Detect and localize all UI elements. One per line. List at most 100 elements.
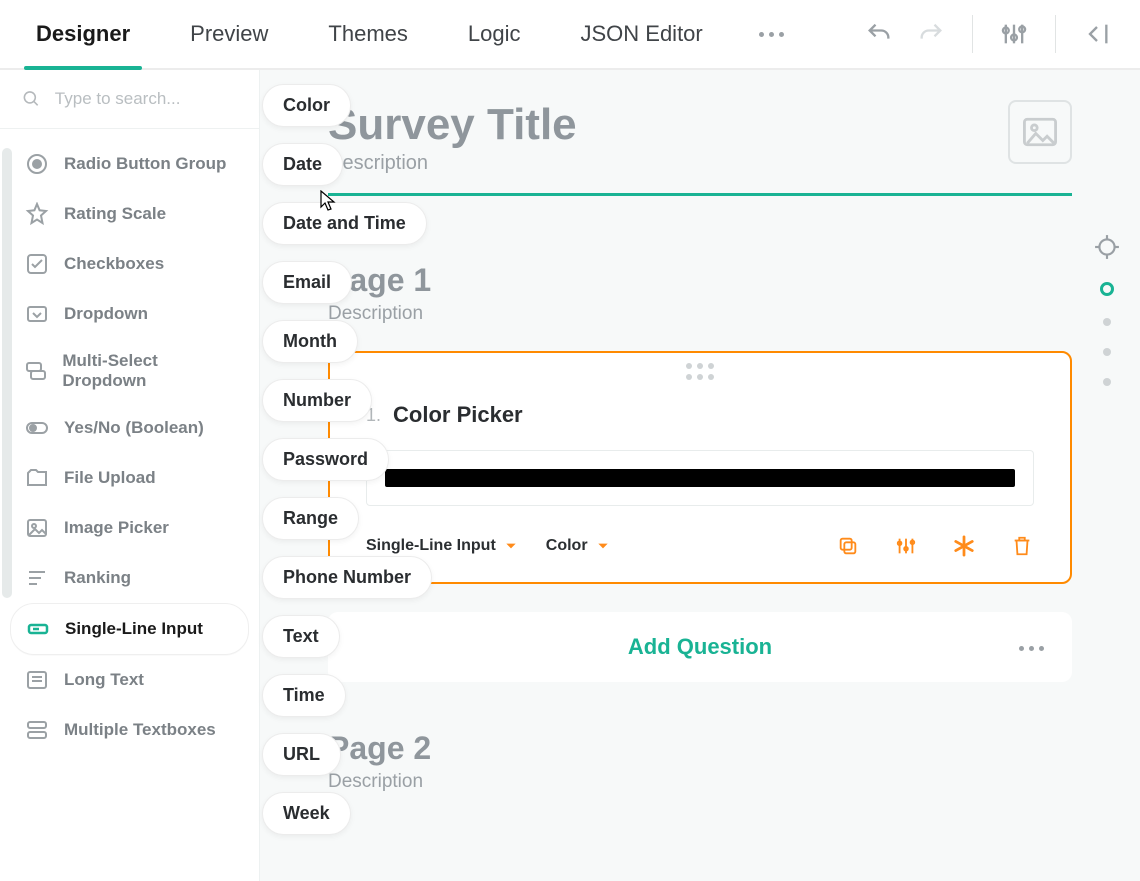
toolbox-item-file[interactable]: File Upload <box>10 453 249 503</box>
toolbox-item-dropdown[interactable]: Dropdown <box>10 289 249 339</box>
toolbox-item-text[interactable]: Single-Line Input <box>10 603 249 655</box>
delete-button[interactable] <box>1010 534 1034 558</box>
toolbox-list: Radio Button Group Rating Scale Checkboxes… <box>0 129 259 881</box>
toolbox-item-rating[interactable]: Rating Scale <box>10 189 249 239</box>
page-title[interactable]: Page 1 <box>328 262 1072 299</box>
toolbox-item-label: Dropdown <box>64 304 148 324</box>
page-description[interactable]: Description <box>328 303 1072 325</box>
file-icon <box>24 465 50 491</box>
toolbox-item-multiselect[interactable]: Multi-Select Dropdown <box>10 339 249 403</box>
settings-button[interactable] <box>894 534 918 558</box>
add-question-more[interactable] <box>1019 638 1044 656</box>
add-question-button[interactable]: Add Question <box>328 612 1072 682</box>
question-footer: Single-Line Input Color <box>330 514 1070 582</box>
survey-title[interactable]: Survey Title <box>328 100 1072 150</box>
page-title[interactable]: Page 2 <box>328 730 1072 767</box>
undo-icon <box>865 20 893 48</box>
redo-icon <box>917 20 945 48</box>
input-type-option[interactable]: Color <box>262 84 351 127</box>
input-type-option[interactable]: Week <box>262 792 351 835</box>
collapse-icon <box>1083 20 1111 48</box>
input-type-option[interactable]: URL <box>262 733 341 776</box>
tabs: Designer Preview Themes Logic JSON Edito… <box>0 0 787 68</box>
tab-designer[interactable]: Designer <box>30 0 136 68</box>
toolbox-item-label: Long Text <box>64 670 144 690</box>
survey-header[interactable]: Survey Title Description <box>328 100 1072 196</box>
toolbox-item-multitext[interactable]: Multiple Textboxes <box>10 705 249 755</box>
color-input[interactable] <box>366 450 1034 506</box>
nav-dot[interactable] <box>1103 318 1111 326</box>
image-icon <box>24 515 50 541</box>
input-type-option[interactable]: Number <box>262 379 372 422</box>
tab-label: Designer <box>36 21 130 47</box>
redo-button[interactable] <box>910 13 952 55</box>
tab-json[interactable]: JSON Editor <box>574 0 708 68</box>
settings-button[interactable] <box>993 13 1035 55</box>
toolbox-item-checkbox[interactable]: Checkboxes <box>10 239 249 289</box>
longtext-icon <box>24 667 50 693</box>
toolbox-item-boolean[interactable]: Yes/No (Boolean) <box>10 403 249 453</box>
tab-label: Logic <box>468 21 521 47</box>
toolbox-item-ranking[interactable]: Ranking <box>10 553 249 603</box>
sliders-icon <box>895 535 917 557</box>
separator <box>1055 15 1056 53</box>
page-2-header[interactable]: Page 2 Description <box>328 730 1072 793</box>
tab-more[interactable] <box>757 0 787 68</box>
input-type-option[interactable]: Password <box>262 438 389 481</box>
toolbox-item-longtext[interactable]: Long Text <box>10 655 249 705</box>
tab-label: Preview <box>190 21 268 47</box>
survey-logo[interactable] <box>1008 100 1072 164</box>
collapse-button[interactable] <box>1076 13 1118 55</box>
color-swatch <box>385 469 1015 487</box>
add-question-label: Add Question <box>628 634 772 660</box>
text-icon <box>25 616 51 642</box>
input-type-option[interactable]: Text <box>262 615 340 658</box>
input-type-option[interactable]: Phone Number <box>262 556 432 599</box>
toolbox-item-label: Ranking <box>64 568 131 588</box>
nav-dot[interactable] <box>1103 348 1111 356</box>
toolbox-item-radio[interactable]: Radio Button Group <box>10 139 249 189</box>
input-type-option[interactable]: Date and Time <box>262 202 427 245</box>
page-navigator <box>1094 234 1120 386</box>
question-drag-handle[interactable] <box>330 353 1070 380</box>
separator <box>972 15 973 53</box>
chevron-down-icon <box>596 539 610 553</box>
input-type-option[interactable]: Email <box>262 261 352 304</box>
tab-themes[interactable]: Themes <box>322 0 413 68</box>
toolbox-search <box>0 70 259 129</box>
scrollbar[interactable] <box>2 148 12 598</box>
search-input[interactable] <box>53 88 237 110</box>
duplicate-button[interactable] <box>836 534 860 558</box>
input-type-option[interactable]: Month <box>262 320 358 363</box>
toolbox-item-image[interactable]: Image Picker <box>10 503 249 553</box>
toolbox-item-label: Checkboxes <box>64 254 164 274</box>
question-subtype-label: Color <box>546 537 588 555</box>
trash-icon <box>1011 535 1033 557</box>
nav-dot[interactable] <box>1103 378 1111 386</box>
tab-logic[interactable]: Logic <box>462 0 527 68</box>
ranking-icon <box>24 565 50 591</box>
page-description[interactable]: Description <box>328 771 1072 793</box>
main-area: Radio Button Group Rating Scale Checkboxes… <box>0 70 1140 881</box>
toolbox-item-label: Rating Scale <box>64 204 166 224</box>
toolbar-actions <box>858 0 1140 68</box>
tab-preview[interactable]: Preview <box>184 0 274 68</box>
image-icon <box>1023 117 1057 147</box>
toolbox-item-label: Yes/No (Boolean) <box>64 418 204 438</box>
required-button[interactable] <box>952 534 976 558</box>
page-1-header[interactable]: Page 1 Description <box>328 262 1072 325</box>
question-body: 1. Color Picker <box>330 380 1070 514</box>
input-type-option[interactable]: Date <box>262 143 343 186</box>
undo-button[interactable] <box>858 13 900 55</box>
locate-button[interactable] <box>1094 234 1120 260</box>
multiselect-icon <box>24 358 48 384</box>
question-card[interactable]: 1. Color Picker Single-Line Input <box>328 351 1072 584</box>
question-subtype-select[interactable]: Color <box>546 537 610 555</box>
asterisk-icon <box>953 535 975 557</box>
tab-label: Themes <box>328 21 407 47</box>
input-type-option[interactable]: Time <box>262 674 346 717</box>
nav-dot-active[interactable] <box>1100 282 1114 296</box>
survey-description[interactable]: Description <box>328 152 1072 175</box>
input-type-option[interactable]: Range <box>262 497 359 540</box>
crosshair-icon <box>1094 234 1120 260</box>
